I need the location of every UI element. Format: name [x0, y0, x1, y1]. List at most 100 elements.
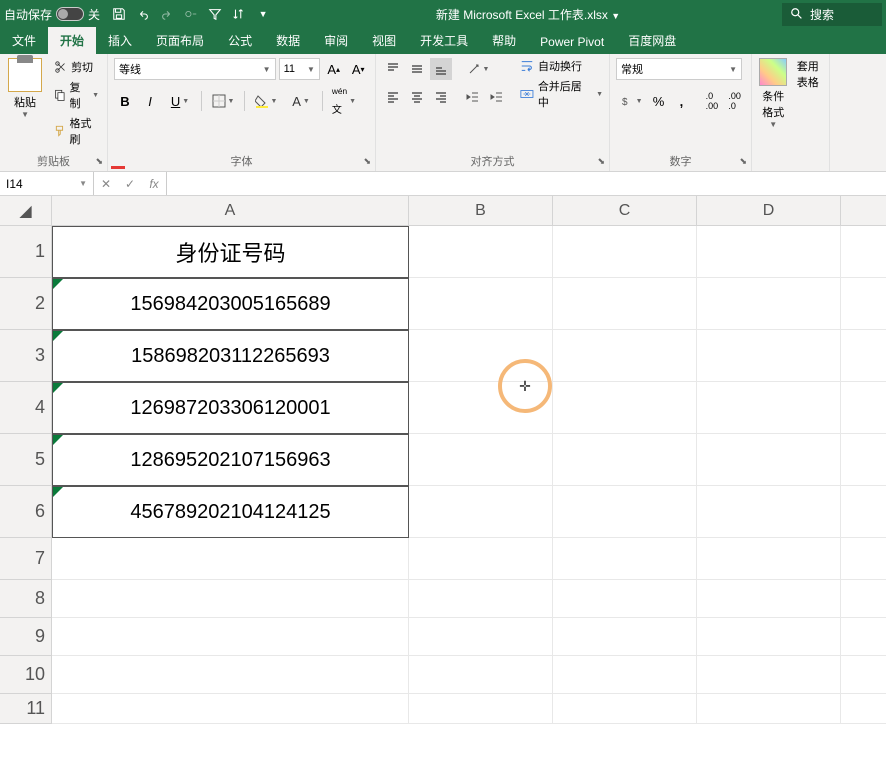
cell-c5[interactable] — [553, 434, 697, 486]
tab-insert[interactable]: 插入 — [96, 27, 144, 54]
bold-button[interactable]: B — [114, 90, 136, 112]
cell-e9[interactable] — [841, 618, 886, 656]
cancel-formula-icon[interactable]: ✕ — [94, 172, 118, 195]
align-left-icon[interactable] — [382, 86, 404, 108]
cell-e6[interactable] — [841, 486, 886, 538]
cell-a10[interactable] — [52, 656, 409, 694]
cell-d1[interactable] — [697, 226, 841, 278]
fx-icon[interactable]: fx — [142, 172, 166, 195]
align-right-icon[interactable] — [430, 86, 452, 108]
row-header-4[interactable]: 4 — [0, 382, 52, 434]
wrap-text-button[interactable]: 自动换行 — [520, 58, 603, 74]
comma-button[interactable]: , — [671, 90, 692, 112]
row-header-10[interactable]: 10 — [0, 656, 52, 694]
align-middle-icon[interactable] — [406, 58, 428, 80]
cell-a11[interactable] — [52, 694, 409, 724]
decrease-decimal-icon[interactable]: .00.0 — [724, 90, 745, 112]
tab-file[interactable]: 文件 — [0, 27, 48, 54]
cell-c4[interactable] — [553, 382, 697, 434]
orientation-button[interactable]: ▼ — [462, 58, 494, 80]
select-all-corner[interactable]: ◢ — [0, 196, 52, 226]
cell-c2[interactable] — [553, 278, 697, 330]
cell-a4[interactable]: 126987203306120001 — [52, 382, 409, 434]
align-top-icon[interactable] — [382, 58, 404, 80]
save-icon[interactable] — [108, 3, 130, 25]
cell-d2[interactable] — [697, 278, 841, 330]
row-header-6[interactable]: 6 — [0, 486, 52, 538]
cell-c7[interactable] — [553, 538, 697, 580]
cell-d9[interactable] — [697, 618, 841, 656]
spreadsheet-grid[interactable]: ◢ A B C D 1 身份证号码 2 156984203005165689 3… — [0, 196, 886, 760]
redo-icon[interactable] — [156, 3, 178, 25]
cell-b5[interactable] — [409, 434, 553, 486]
row-header-1[interactable]: 1 — [0, 226, 52, 278]
percent-button[interactable]: % — [648, 90, 669, 112]
cell-b8[interactable] — [409, 580, 553, 618]
cell-a9[interactable] — [52, 618, 409, 656]
cell-e11[interactable] — [841, 694, 886, 724]
col-header-a[interactable]: A — [52, 196, 409, 226]
increase-font-icon[interactable]: A▴ — [323, 58, 345, 80]
accounting-format-button[interactable]: $▼ — [616, 90, 646, 112]
tab-data[interactable]: 数据 — [264, 27, 312, 54]
enter-formula-icon[interactable]: ✓ — [118, 172, 142, 195]
increase-indent-icon[interactable] — [486, 86, 508, 108]
col-header-e[interactable] — [841, 196, 886, 226]
cell-d8[interactable] — [697, 580, 841, 618]
decrease-font-icon[interactable]: A▾ — [347, 58, 369, 80]
cell-d5[interactable] — [697, 434, 841, 486]
cell-c6[interactable] — [553, 486, 697, 538]
row-header-2[interactable]: 2 — [0, 278, 52, 330]
cell-c8[interactable] — [553, 580, 697, 618]
cut-button[interactable]: 剪切 — [52, 58, 101, 76]
qat-customize-icon[interactable]: ▼ — [252, 3, 274, 25]
increase-decimal-icon[interactable]: .0.00 — [701, 90, 722, 112]
tab-formulas[interactable]: 公式 — [216, 27, 264, 54]
col-header-b[interactable]: B — [409, 196, 553, 226]
col-header-d[interactable]: D — [697, 196, 841, 226]
cell-e1[interactable] — [841, 226, 886, 278]
number-dialog-launcher[interactable]: ⬊ — [739, 156, 747, 167]
cell-b4[interactable] — [409, 382, 553, 434]
row-header-8[interactable]: 8 — [0, 580, 52, 618]
cell-a7[interactable] — [52, 538, 409, 580]
cell-b7[interactable] — [409, 538, 553, 580]
paste-button[interactable]: 粘贴 ▼ — [6, 58, 44, 167]
font-size-combo[interactable]: 11▼ — [279, 58, 320, 80]
cell-a6[interactable]: 456789202104124125 — [52, 486, 409, 538]
cell-e8[interactable] — [841, 580, 886, 618]
search-box[interactable]: 搜索 — [782, 3, 882, 26]
tab-home[interactable]: 开始 — [48, 27, 96, 54]
cell-a3[interactable]: 158698203112265693 — [52, 330, 409, 382]
tab-baidu[interactable]: 百度网盘 — [616, 27, 688, 54]
row-header-5[interactable]: 5 — [0, 434, 52, 486]
fill-color-button[interactable]: ▼ — [250, 90, 282, 112]
number-format-combo[interactable]: 常规▼ — [616, 58, 742, 80]
name-box[interactable]: I14▼ — [0, 172, 94, 195]
cell-d6[interactable] — [697, 486, 841, 538]
font-name-combo[interactable]: 等线▼ — [114, 58, 276, 80]
cell-b9[interactable] — [409, 618, 553, 656]
touch-mode-icon[interactable] — [180, 3, 202, 25]
cell-a8[interactable] — [52, 580, 409, 618]
underline-button[interactable]: U▼ — [164, 90, 196, 112]
tab-help[interactable]: 帮助 — [480, 27, 528, 54]
merge-center-button[interactable]: 合并后居中 ▼ — [520, 78, 603, 110]
cell-c1[interactable] — [553, 226, 697, 278]
copy-button[interactable]: 复制 ▼ — [52, 78, 101, 112]
row-header-9[interactable]: 9 — [0, 618, 52, 656]
cell-e5[interactable] — [841, 434, 886, 486]
toggle-switch[interactable] — [56, 7, 84, 21]
table-styles-button[interactable]: 套用表格 — [793, 58, 824, 167]
cell-e3[interactable] — [841, 330, 886, 382]
cell-c10[interactable] — [553, 656, 697, 694]
formula-input[interactable] — [167, 172, 886, 195]
cell-b1[interactable] — [409, 226, 553, 278]
cell-b2[interactable] — [409, 278, 553, 330]
font-dialog-launcher[interactable]: ⬊ — [363, 156, 371, 167]
tab-review[interactable]: 审阅 — [312, 27, 360, 54]
row-header-3[interactable]: 3 — [0, 330, 52, 382]
cell-d4[interactable] — [697, 382, 841, 434]
cell-d11[interactable] — [697, 694, 841, 724]
clipboard-dialog-launcher[interactable]: ⬊ — [95, 156, 103, 167]
